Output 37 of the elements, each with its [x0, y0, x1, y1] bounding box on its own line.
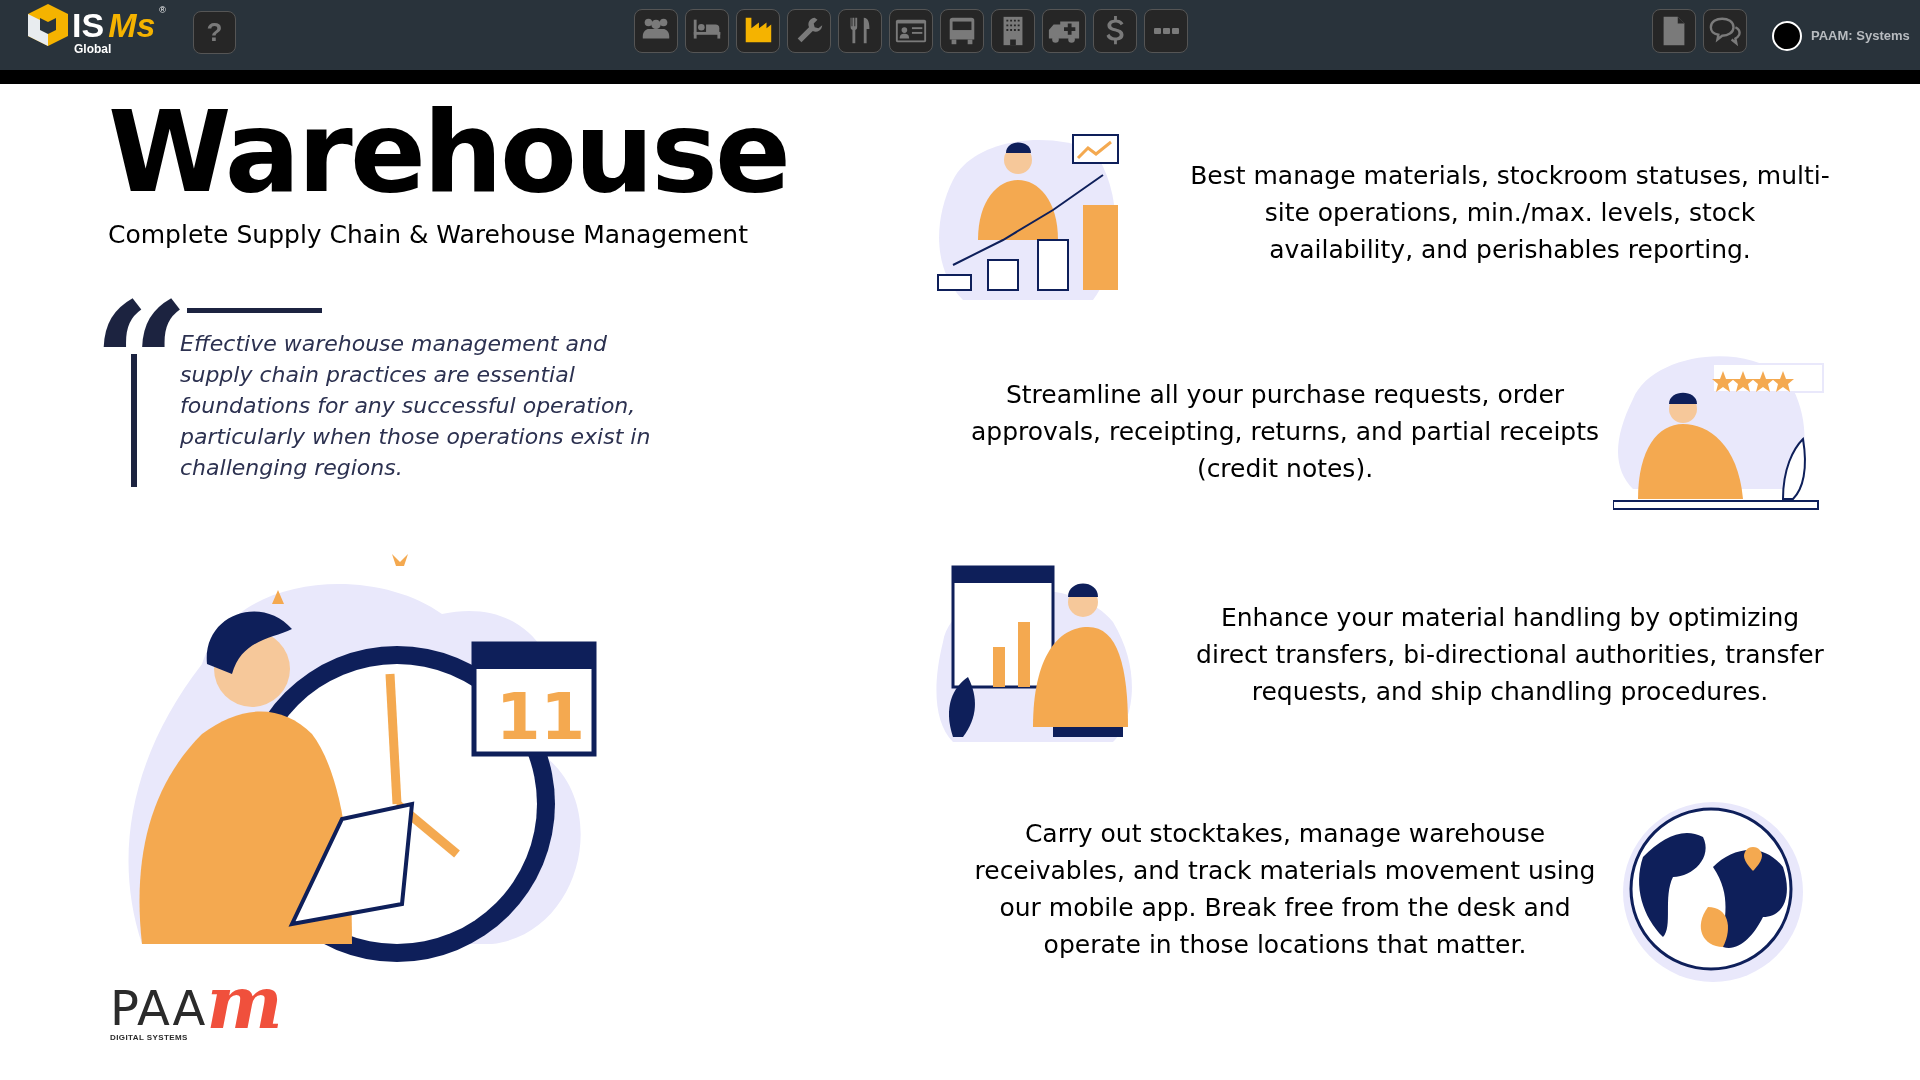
feature-text: Streamline all your purchase requests, order approvals, receipting, returns, and partial receipts (credit notes). [970, 378, 1600, 485]
help-button[interactable]: ? [193, 11, 236, 54]
ambulance-button[interactable] [1042, 9, 1086, 53]
page-title: Warehouse [108, 96, 790, 208]
bed-button[interactable] [685, 9, 729, 53]
factory-button[interactable] [736, 9, 780, 53]
more-button[interactable] [1144, 9, 1188, 53]
more-icon [1153, 28, 1179, 34]
id-card-button[interactable] [889, 9, 933, 53]
block-shape [1036, 238, 1069, 291]
logo-accent: Ms [108, 8, 156, 42]
quote-text: Effective warehouse management and supply chain practices are essential foundations for any successful operation, particularly when those operations exist in challenging regions. [180, 330, 652, 482]
page-subtitle: Complete Supply Chain & Warehouse Management [108, 219, 749, 251]
picture-frame-icon [1071, 133, 1119, 164]
fork-and-knife-button[interactable] [838, 9, 882, 53]
building-button[interactable] [991, 9, 1035, 53]
cube-icon [28, 4, 68, 46]
registered-mark: ® [159, 4, 166, 17]
logo-text: IS [72, 8, 105, 42]
chat-button[interactable] [1703, 9, 1747, 53]
dollar-button[interactable] [1093, 9, 1137, 53]
feature-text: Carry out stocktakes, manage warehouse receivables, and track materials movement using our mobile app. Break free from the desk and operate in those locations that matter. [973, 818, 1597, 961]
wrench-button[interactable] [787, 9, 831, 53]
block-shape [986, 258, 1019, 291]
logo-accent: m [206, 974, 283, 1032]
people-button[interactable] [634, 9, 678, 53]
logo-text: PAA [110, 983, 207, 1032]
document-button[interactable] [1652, 9, 1696, 53]
logo-subtitle: Global [74, 41, 113, 58]
block-shape [936, 273, 972, 291]
logo-tagline: DIGITAL SYSTEMS [110, 1031, 189, 1044]
user-name[interactable]: PAAM: Systems [1811, 26, 1910, 46]
calendar-date: 11 [496, 680, 586, 754]
feature-text: Enhance your material handling by optimizing direct transfers, bi-directional authorities, transfer requests, and ship chandling procedures. [1195, 601, 1825, 708]
feature-text: Best manage materials, stockroom statuses, multi-site operations, min./max. levels, stock availability, and perishables reporting. [1190, 159, 1830, 266]
bus-button[interactable] [940, 9, 984, 53]
avatar[interactable] [1772, 21, 1802, 51]
